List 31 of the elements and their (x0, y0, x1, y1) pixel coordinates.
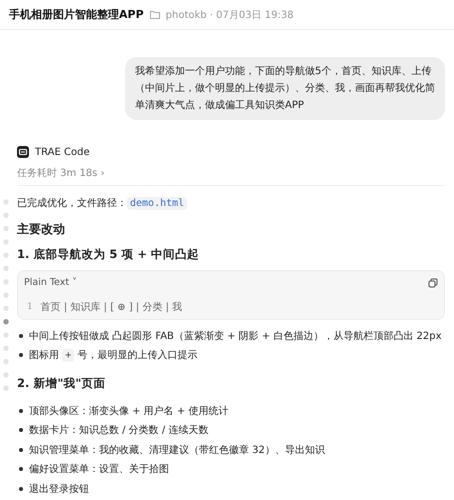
bullet-icon (19, 428, 23, 432)
bullet-icon (19, 334, 23, 338)
task-duration[interactable]: 任务耗时 3m 18s › (17, 166, 105, 180)
list-item-text: 知识管理菜单：我的收藏、清理建议（带红色徽章 32）、导出知识 (29, 444, 325, 457)
language-selector[interactable]: Plain Text ˅ (24, 277, 77, 288)
copy-icon[interactable] (428, 278, 438, 288)
subsection-heading: 1. 底部导航改为 5 项 + 中间凸起 (17, 246, 200, 263)
bullet-icon (19, 486, 23, 491)
message-text: 已完成优化，文件路径： demo.html (17, 192, 445, 215)
subsection-heading: 2. 新增"我"页面 (17, 375, 106, 392)
terminal-icon (17, 146, 29, 158)
folder-icon (150, 10, 160, 19)
conversation-title: 手机相册图片智能整理APP (9, 7, 144, 22)
assistant-name: TRAE Code (35, 146, 90, 158)
bullet-icon (19, 467, 23, 472)
bullet-icon (19, 408, 23, 413)
list-item-text: 图标用 + 号，最明显的上传入口提示 (29, 348, 198, 362)
conversation-meta: photokb · 07月03日 19:38 (166, 8, 294, 22)
line-number: 1 (26, 302, 33, 312)
list-item-text: 退出登录按钮 (29, 482, 89, 496)
bullet-icon (19, 448, 23, 452)
bullet-icon (19, 353, 23, 358)
code-line: 首页 | 知识库 | [ ⊕ ] | 分类 | 我 (40, 300, 182, 314)
list-item-text: 数据卡片：知识总数 / 分类数 / 连续天数 (29, 424, 208, 438)
inline-code: demo.html (127, 197, 188, 210)
user-message: 我希望添加一个用户功能，下面的导航做5个，首页、知识库、上传（中间片上，做个明显的上传提示）、分类、我，画面再帮我优化简单清爽大气点，做成偏工具知识类APP (125, 57, 445, 120)
list-item-text: 偏好设置菜单：设置、关于拾图 (29, 462, 169, 476)
inline-code: + (62, 349, 74, 362)
section-heading: 主要改动 (17, 221, 66, 238)
list-item-text: 顶部头像区：渐变头像 + 用户名 + 使用统计 (29, 404, 228, 418)
list-item-text: 中间上传按钮做成 凸起圆形 FAB（蓝紫渐变 + 阴影 + 白色描边），从导航栏顶部凸出 22px (29, 330, 442, 343)
